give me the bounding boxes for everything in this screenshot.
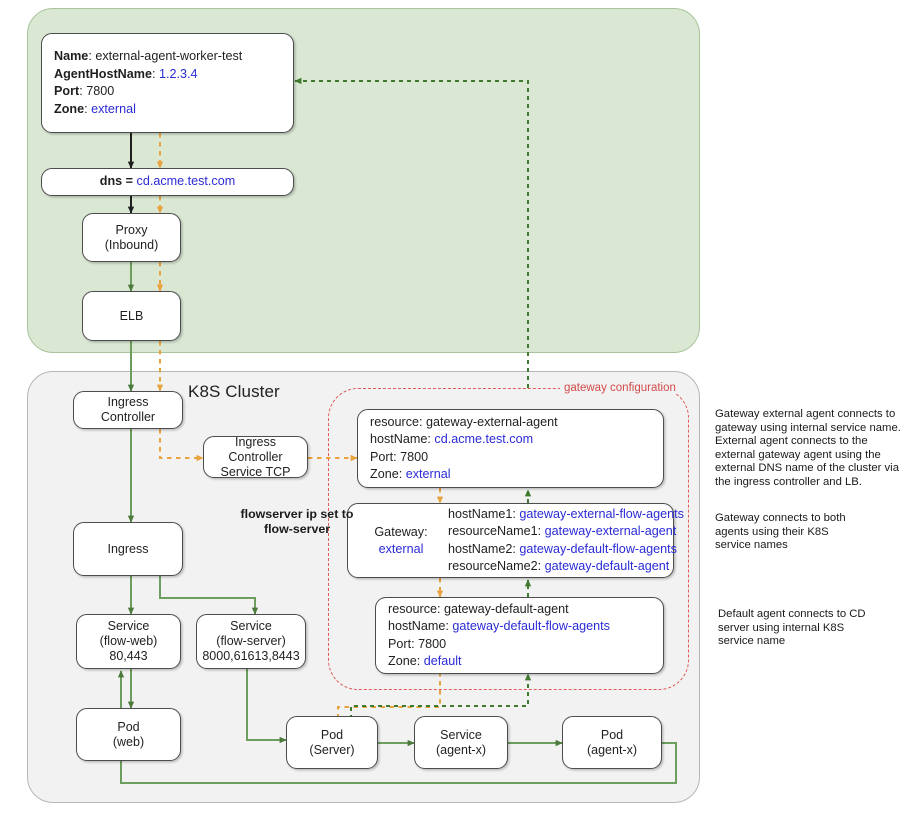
proxy-box[interactable]: Proxy (Inbound) xyxy=(82,213,181,262)
ingress-box[interactable]: Ingress xyxy=(73,522,183,576)
gw-def-hostname-value: gateway-default-flow-agents xyxy=(452,619,610,633)
service-agent-x-label: Service (agent-x) xyxy=(435,727,487,757)
gw-def-zone-value: default xyxy=(423,654,462,668)
ingress-controller-service-box[interactable]: Ingress Controller Service TCP xyxy=(203,434,308,479)
elb-box[interactable]: ELB xyxy=(82,291,181,341)
note-default-agent: Default agent connects to CD server usin… xyxy=(718,608,866,648)
pod-agent-x-label: Pod (agent-x) xyxy=(586,727,638,757)
ingress-controller-service-label: Ingress Controller Service TCP xyxy=(220,434,291,479)
gw-ext-port-value: 7800 xyxy=(400,449,429,464)
external-agent-port-key: Port xyxy=(54,84,80,98)
external-agent-details: Name: external-agent-worker-test AgentHo… xyxy=(54,49,243,116)
gw-hostname1-value: gateway-external-flow-agents xyxy=(519,506,684,521)
pod-web-box[interactable]: Pod (web) xyxy=(76,708,181,761)
ingress-controller-label: Ingress Controller xyxy=(100,395,156,424)
external-agent-hostname-key: AgentHostName xyxy=(54,66,152,81)
external-agent-box[interactable]: Name: external-agent-worker-test AgentHo… xyxy=(41,33,294,133)
elb-label: ELB xyxy=(119,308,144,323)
ingress-label: Ingress xyxy=(107,541,149,556)
external-agent-name-key: Name xyxy=(54,49,89,63)
gw-ext-zone-value: external xyxy=(405,467,451,481)
gateway-external-agent-details: resource: gateway-external-agent hostNam… xyxy=(370,414,558,482)
proxy-label: Proxy (Inbound) xyxy=(104,222,159,252)
pod-agent-x-box[interactable]: Pod (agent-x) xyxy=(562,716,662,769)
gateway-external-agent-box[interactable]: resource: gateway-external-agent hostNam… xyxy=(357,409,664,488)
service-flow-web-box[interactable]: Service (flow-web) 80,443 xyxy=(76,614,181,669)
note-gateway-both-agents: Gateway connects to both agents using th… xyxy=(715,512,846,552)
pod-web-label: Pod (web) xyxy=(112,719,145,749)
gw-def-port-value: 7800 xyxy=(418,636,447,651)
service-flow-web-label: Service (flow-web) 80,443 xyxy=(99,619,158,663)
external-agent-hostname-value: 1.2.3.4 xyxy=(158,66,198,81)
gateway-default-agent-box[interactable]: resource: gateway-default-agent hostName… xyxy=(375,597,664,674)
external-agent-zone-key: Zone xyxy=(54,101,85,116)
k8s-cluster-title: K8S Cluster xyxy=(188,382,280,401)
service-agent-x-box[interactable]: Service (agent-x) xyxy=(414,716,508,769)
gateway-default-agent-details: resource: gateway-default-agent hostName… xyxy=(388,601,610,669)
gw-def-resource-value: gateway-default-agent xyxy=(444,601,569,616)
service-flow-server-label: Service (flow-server) 8000,61613,8443 xyxy=(202,619,300,663)
external-agent-name-value: external-agent-worker-test xyxy=(95,49,243,63)
gw-ext-resource-value: gateway-external-agent xyxy=(426,414,558,429)
ingress-controller-box[interactable]: Ingress Controller xyxy=(73,391,183,429)
gw-hostname2-value: gateway-default-flow-agents xyxy=(519,541,677,556)
dns-key: dns = xyxy=(99,174,137,189)
external-agent-port-value: 7800 xyxy=(86,84,115,98)
gateway-configuration-label: gateway configuration xyxy=(560,382,680,394)
gw-resourcename1-value: gateway-external-agent xyxy=(544,524,677,538)
dns-value: cd.acme.test.com xyxy=(136,174,236,189)
dns-text: dns = cd.acme.test.com xyxy=(88,173,247,191)
note-gateway-external-agent: Gateway external agent connects to gatew… xyxy=(715,408,901,488)
external-agent-zone-value: external xyxy=(91,101,136,116)
gw-ext-hostname-value: cd.acme.test.com xyxy=(434,432,534,446)
gateway-mapping-lines: hostName1: gateway-external-flow-agents … xyxy=(448,506,684,574)
gw-resourcename2-value: gateway-default-agent xyxy=(544,559,670,573)
diagram-canvas: K8S Cluster gateway configuration Name: … xyxy=(0,0,906,839)
pod-server-box[interactable]: Pod (Server) xyxy=(286,716,378,769)
flowserver-ip-callout: flowserver ip set to flow-server xyxy=(240,507,354,536)
dns-box[interactable]: dns = cd.acme.test.com xyxy=(41,168,294,196)
service-flow-server-box[interactable]: Service (flow-server) 8000,61613,8443 xyxy=(196,614,306,669)
pod-server-label: Pod (Server) xyxy=(309,727,355,757)
